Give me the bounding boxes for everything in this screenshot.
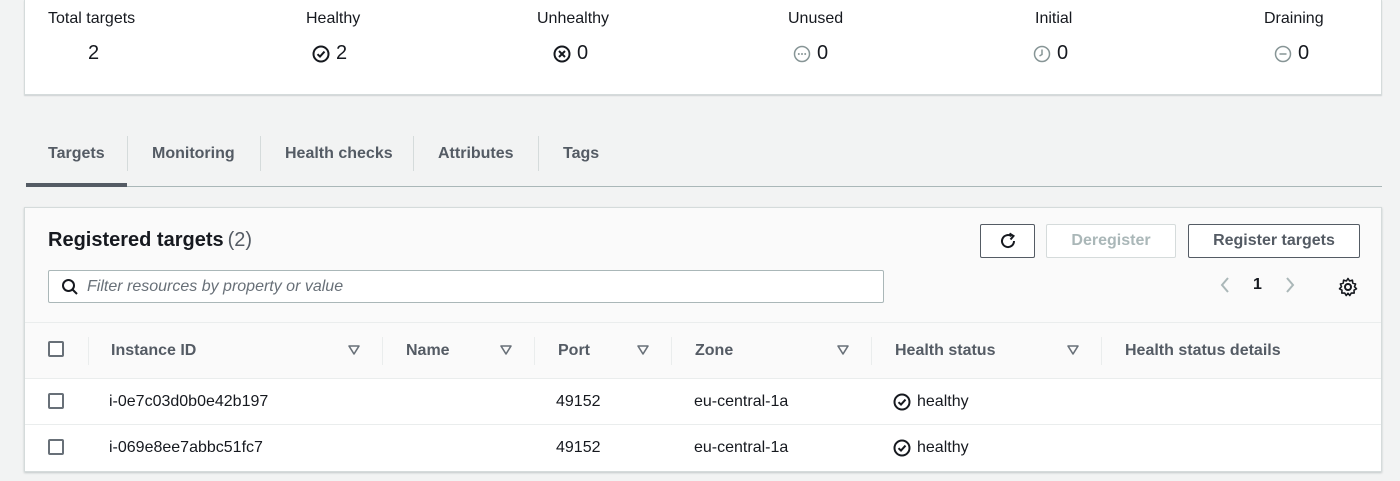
table-row[interactable]: i-069e8ee7abbc51fc7 49152 eu-central-1a …	[25, 425, 1381, 471]
stat-unused: Unused 0	[788, 10, 844, 64]
sort-icon[interactable]	[1066, 343, 1080, 357]
tab-monitoring[interactable]: Monitoring	[152, 133, 235, 186]
stat-label: Unhealthy	[537, 10, 610, 27]
clock-circle-icon	[1033, 45, 1051, 62]
chevron-right-icon[interactable]	[1284, 276, 1296, 294]
stat-value: 2	[312, 42, 347, 65]
table-header: Instance ID Name Port Zone Health status…	[25, 322, 1381, 379]
panel-header: Registered targets (2) Deregister Registe…	[25, 208, 1381, 322]
column-divider	[671, 337, 672, 365]
cell-port: 49152	[556, 439, 601, 456]
stat-initial: Initial 0	[1033, 10, 1073, 64]
column-header-health-status-details[interactable]: Health status details	[1125, 323, 1281, 379]
stat-number: 2	[88, 42, 100, 64]
search-icon	[62, 278, 78, 295]
page-number[interactable]: 1	[1253, 276, 1262, 294]
stat-label: Initial	[1035, 10, 1073, 27]
column-header-name[interactable]: Name	[406, 323, 450, 379]
gear-icon[interactable]	[1338, 277, 1358, 297]
column-divider	[88, 337, 89, 365]
register-targets-button[interactable]: Register targets	[1188, 224, 1360, 258]
target-count: (2)	[227, 229, 253, 251]
column-divider	[1101, 337, 1102, 365]
x-circle-icon	[553, 45, 571, 62]
health-status-text: healthy	[917, 393, 969, 410]
sort-icon[interactable]	[347, 343, 361, 357]
panel-title-text: Registered targets	[48, 229, 224, 251]
tab-divider	[260, 136, 261, 171]
deregister-button[interactable]: Deregister	[1046, 224, 1176, 258]
target-summary-card: Total targets 2 Healthy 2 Unhealthy 0 Un…	[24, 0, 1382, 95]
dots-circle-icon	[793, 45, 811, 62]
tab-health-checks[interactable]: Health checks	[285, 133, 393, 186]
minus-circle-icon	[1274, 45, 1292, 62]
tab-divider	[127, 136, 128, 171]
stat-number: 0	[1298, 42, 1310, 64]
registered-targets-panel: Registered targets (2) Deregister Registe…	[24, 207, 1382, 472]
search-input[interactable]	[87, 277, 867, 296]
stat-draining: Draining 0	[1264, 10, 1324, 64]
stat-value: 0	[553, 42, 588, 65]
stat-value: 0	[1033, 42, 1068, 65]
table-row[interactable]: i-0e7c03d0b0e42b197 49152 eu-central-1a …	[25, 379, 1381, 425]
health-status-text: healthy	[917, 439, 969, 456]
check-circle-icon	[893, 393, 911, 411]
cell-instance-id[interactable]: i-069e8ee7abbc51fc7	[109, 425, 263, 471]
stat-value: 0	[1274, 42, 1309, 65]
filter-search-box[interactable]	[48, 270, 884, 303]
column-divider	[382, 337, 383, 365]
cell-health-status: healthy	[893, 425, 969, 471]
cell-zone: eu-central-1a	[694, 439, 789, 456]
tab-divider	[413, 136, 414, 171]
tab-bar: Targets Monitoring Health checks Attribu…	[26, 133, 1382, 187]
stat-label: Total targets	[48, 10, 136, 27]
cell-zone: eu-central-1a	[694, 393, 789, 410]
sort-icon[interactable]	[636, 343, 650, 357]
stat-number: 0	[1057, 42, 1069, 64]
cell-instance-id[interactable]: i-0e7c03d0b0e42b197	[109, 379, 268, 425]
panel-title: Registered targets (2)	[48, 229, 252, 252]
active-tab-indicator	[26, 183, 127, 187]
column-divider	[871, 337, 872, 365]
check-circle-icon	[893, 439, 911, 457]
chevron-left-icon[interactable]	[1219, 276, 1231, 294]
stat-healthy: Healthy 2	[306, 10, 361, 64]
cell-health-status: healthy	[893, 379, 969, 425]
stat-value: 2	[88, 42, 99, 65]
stat-value: 0	[793, 42, 828, 65]
tab-targets[interactable]: Targets	[48, 133, 105, 186]
sort-icon[interactable]	[836, 343, 850, 357]
cell-port: 49152	[556, 393, 601, 410]
tab-attributes[interactable]: Attributes	[438, 133, 514, 186]
stat-number: 2	[336, 42, 348, 64]
column-header-instance-id[interactable]: Instance ID	[111, 323, 196, 379]
refresh-button[interactable]	[980, 224, 1035, 258]
check-circle-icon	[312, 45, 330, 62]
column-header-health-status[interactable]: Health status	[895, 323, 995, 379]
column-header-zone[interactable]: Zone	[695, 323, 733, 379]
column-header-port[interactable]: Port	[558, 323, 590, 379]
row-checkbox[interactable]	[48, 393, 64, 409]
stat-number: 0	[577, 42, 589, 64]
sort-icon[interactable]	[499, 343, 513, 357]
tab-divider	[538, 136, 539, 171]
stat-label: Unused	[788, 10, 844, 27]
column-divider	[534, 337, 535, 365]
stat-total-targets: Total targets 2	[48, 10, 136, 64]
stat-unhealthy: Unhealthy 0	[537, 10, 610, 64]
select-all-checkbox[interactable]	[48, 341, 64, 357]
stat-label: Draining	[1264, 10, 1324, 27]
refresh-icon	[1000, 232, 1015, 249]
pagination: 1	[1219, 276, 1296, 294]
stat-number: 0	[817, 42, 829, 64]
row-checkbox[interactable]	[48, 439, 64, 455]
stat-label: Healthy	[306, 10, 361, 27]
tab-tags[interactable]: Tags	[563, 133, 599, 186]
